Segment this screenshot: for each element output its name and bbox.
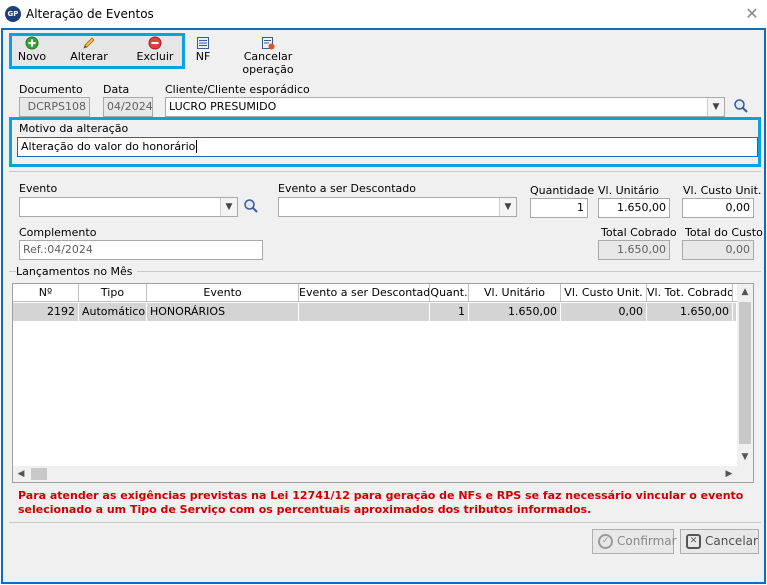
cell-quantidade: 1 <box>430 303 469 321</box>
lancamentos-grid[interactable]: Nº Tipo Evento Evento a ser Descontado Q… <box>12 283 754 483</box>
cancelar-button[interactable]: ✕ Cancelar <box>680 529 759 554</box>
novo-label: Novo <box>17 50 47 63</box>
window-title: Alteração de Eventos <box>26 7 154 21</box>
motivo-input[interactable]: Alteração do valor do honorário <box>17 137 758 157</box>
documento-label: Documento <box>19 83 83 96</box>
divider <box>9 171 761 172</box>
column-header[interactable]: Evento a ser Descontado <box>299 284 430 302</box>
column-header[interactable]: Evento <box>147 284 299 302</box>
vl-custo-unit-input[interactable]: 0,00 <box>682 198 754 218</box>
alterar-button[interactable]: Alterar <box>67 36 111 63</box>
column-header[interactable]: Vl. Custo Unit. <box>561 284 647 302</box>
scroll-right-icon[interactable]: ▶ <box>721 466 737 482</box>
motivo-value: Alteração do valor do honorário <box>21 140 196 153</box>
toolbar-main-group: Novo Alterar Excluir <box>9 33 185 69</box>
footer-divider <box>9 522 761 523</box>
total-cobrado-field: 1.650,00 <box>598 240 670 260</box>
complemento-label: Complemento <box>19 226 97 239</box>
scroll-down-icon[interactable]: ▼ <box>737 449 753 465</box>
vertical-scrollbar[interactable]: ▲ ▼ <box>737 284 753 466</box>
title-bar: GP Alteração de Eventos ✕ <box>0 0 767 28</box>
cell-vl-unitario: 1.650,00 <box>469 303 561 321</box>
nf-button[interactable]: NF <box>190 36 216 63</box>
total-custo-field: 0,00 <box>682 240 754 260</box>
chevron-down-icon[interactable]: ▼ <box>499 198 516 216</box>
vl-unitario-input[interactable]: 1.650,00 <box>598 198 670 218</box>
add-icon <box>25 36 39 50</box>
cancelar-label: Cancelar <box>705 534 758 548</box>
evento-combo[interactable]: ▼ <box>19 197 238 217</box>
documento-field: DCRPS108 <box>19 97 90 117</box>
cliente-value: LUCRO PRESUMIDO <box>169 100 277 113</box>
data-field: 04/2024 <box>103 97 153 117</box>
check-icon: ✓ <box>598 534 613 549</box>
column-header[interactable]: Tipo <box>79 284 147 302</box>
warning-line-1: Para atender as exigências previstas na … <box>18 489 744 502</box>
close-icon[interactable]: ✕ <box>742 4 762 24</box>
cell-tipo: Automático <box>79 303 147 321</box>
cliente-combo[interactable]: LUCRO PRESUMIDO ▼ <box>165 97 725 117</box>
vl-unitario-label: Vl. Unitário <box>598 184 660 197</box>
cell-numero: 2192 <box>13 303 79 321</box>
close-icon: ✕ <box>686 534 701 549</box>
cell-vl-tot-cobrado: 1.650,00 <box>647 303 733 321</box>
total-custo-label: Total do Custo <box>685 226 763 239</box>
text-caret <box>196 140 198 153</box>
scroll-left-icon[interactable]: ◀ <box>13 466 29 482</box>
total-cobrado-label: Total Cobrado <box>601 226 677 239</box>
excluir-button[interactable]: Excluir <box>131 36 179 63</box>
novo-button[interactable]: Novo <box>12 36 52 63</box>
column-header[interactable]: Quant. <box>430 284 469 302</box>
pencil-icon <box>83 37 95 49</box>
warning-message: Para atender as exigências previstas na … <box>18 489 753 517</box>
scroll-up-icon[interactable]: ▲ <box>737 284 753 300</box>
confirmar-label: Confirmar <box>617 534 677 548</box>
app-logo-icon: GP <box>5 6 21 22</box>
quantidade-label: Quantidade <box>530 184 595 197</box>
chevron-down-icon[interactable]: ▼ <box>707 98 724 116</box>
scroll-thumb[interactable] <box>739 302 751 444</box>
evento-descontado-combo[interactable]: ▼ <box>278 197 517 217</box>
cancelar-operacao-label: Cancelar operação <box>242 50 294 76</box>
excluir-label: Excluir <box>136 50 174 63</box>
column-header[interactable]: Nº <box>13 284 79 302</box>
cell-evento: HONORÁRIOS <box>147 303 299 321</box>
data-label: Data <box>103 83 130 96</box>
scroll-thumb[interactable] <box>31 468 47 480</box>
evento-descontado-label: Evento a ser Descontado <box>278 182 416 195</box>
confirmar-button[interactable]: ✓ Confirmar <box>592 529 677 554</box>
cell-vl-custo-unit: 0,00 <box>561 303 647 321</box>
remove-icon <box>148 36 162 50</box>
horizontal-scrollbar[interactable]: ◀ ▶ <box>13 466 753 482</box>
nf-document-icon <box>197 37 209 49</box>
complemento-input[interactable]: Ref.:04/2024 <box>19 240 263 260</box>
search-icon[interactable] <box>243 198 259 214</box>
cliente-label: Cliente/Cliente esporádico <box>165 83 310 96</box>
cell-evento-descontado <box>299 303 430 321</box>
search-icon[interactable] <box>733 98 749 114</box>
column-header[interactable]: Vl. Unitário <box>469 284 561 302</box>
lancamentos-title: Lançamentos no Mês <box>16 265 137 278</box>
motivo-label: Motivo da alteração <box>19 122 129 135</box>
evento-label: Evento <box>19 182 58 195</box>
chevron-down-icon[interactable]: ▼ <box>220 198 237 216</box>
cancelar-operacao-button[interactable]: Cancelar operação <box>220 36 316 76</box>
quantidade-input[interactable]: 1 <box>530 198 588 218</box>
alterar-label: Alterar <box>70 50 108 63</box>
column-header[interactable]: Vl. Tot. Cobrado <box>647 284 733 302</box>
cancel-document-icon <box>262 37 275 50</box>
nf-label: NF <box>195 50 211 63</box>
warning-line-2: selecionado a um Tipo de Serviço com os … <box>18 503 592 516</box>
vl-custo-unit-label: Vl. Custo Unit. <box>683 184 762 197</box>
